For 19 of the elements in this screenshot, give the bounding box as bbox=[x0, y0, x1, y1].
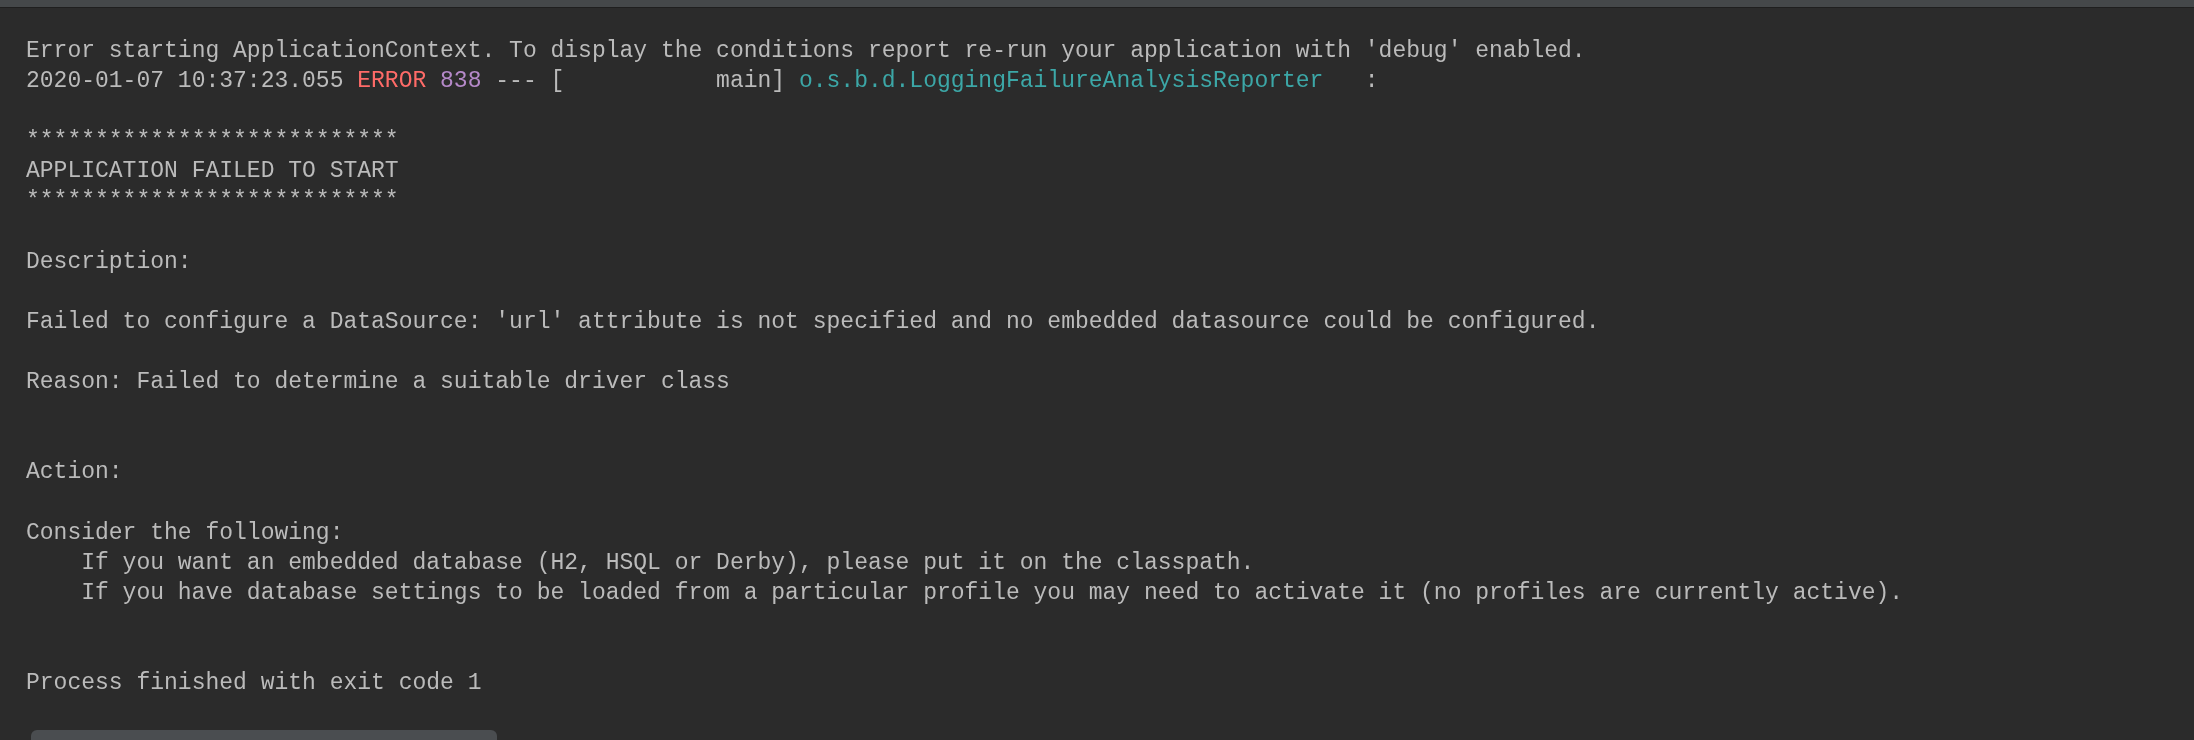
console-line: *************************** bbox=[26, 187, 399, 217]
log-level: ERROR bbox=[357, 67, 427, 97]
console-line: Reason: Failed to determine a suitable driver class bbox=[26, 368, 730, 398]
console-line: Process finished with exit code 1 bbox=[26, 668, 482, 698]
console-line: *************************** bbox=[26, 127, 399, 157]
console-line: If you want an embedded database (H2, HSQL or Derby), please put it on the classpath. bbox=[80, 548, 1255, 578]
console-line: If you have database settings to be loaded from a particular profile you may need to activate it (no profiles are currently active). bbox=[80, 578, 1904, 608]
console-line: Description: bbox=[26, 247, 192, 277]
process-id: 838 bbox=[440, 67, 482, 97]
scrollbar-thumb[interactable] bbox=[31, 730, 497, 740]
console-line: Action: bbox=[26, 458, 123, 488]
log-timestamp: 2020-01-07 10:37:23.055 bbox=[26, 67, 344, 97]
log-separator: : bbox=[1364, 67, 1379, 97]
console-line: Consider the following: bbox=[26, 518, 344, 548]
console-line: Error starting ApplicationContext. To display the conditions report re-run your application with 'debug' enabled. bbox=[26, 37, 1586, 66]
console-line: APPLICATION FAILED TO START bbox=[26, 157, 399, 187]
console-line: Failed to configure a DataSource: 'url' attribute is not specified and no embedded datasource could be configured. bbox=[26, 307, 1600, 337]
thread-name: --- [ main] bbox=[495, 67, 786, 97]
logger-name: o.s.b.d.LoggingFailureAnalysisReporter bbox=[798, 67, 1324, 97]
